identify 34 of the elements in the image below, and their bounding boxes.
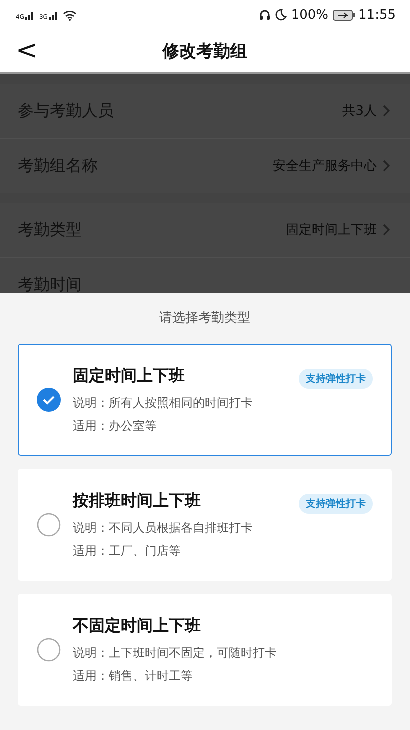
option-description: 说明：上下班时间不固定，可随时打卡: [73, 644, 277, 662]
wifi-icon: [62, 10, 77, 20]
option-card[interactable]: 不固定时间上下班 说明：上下班时间不固定，可随时打卡 适用：销售、计时工等: [18, 594, 392, 706]
radio-icon[interactable]: [37, 513, 61, 537]
clock-time: 11:55: [358, 8, 396, 22]
setting-value: 固定时间上下班: [286, 222, 377, 239]
radio-icon[interactable]: [37, 638, 61, 662]
flexible-badge: 支持弹性打卡: [299, 369, 373, 389]
chevron-icon: [383, 160, 390, 172]
option-usage: 适用：办公室等: [73, 418, 158, 434]
option-card[interactable]: 固定时间上下班 说明：所有人按照相同的时间打卡 适用：办公室等 支持弹性打卡: [18, 344, 392, 456]
signal-icon: [48, 10, 59, 20]
sheet-title: 请选择考勤类型: [160, 310, 250, 327]
headphone-icon: [259, 9, 272, 21]
back-button[interactable]: <: [0, 38, 48, 64]
option-usage: 适用：工厂、门店等: [73, 542, 182, 560]
option-card[interactable]: 按排班时间上下班 说明：不同人员根据各自排班打卡 适用：工厂、门店等 支持弹性打卡: [18, 469, 392, 581]
setting-value: 安全生产服务中心: [273, 158, 377, 175]
signal-icon: [25, 10, 36, 20]
battery-percent: 100%: [291, 8, 329, 22]
checked-radio-icon[interactable]: [37, 388, 61, 412]
moon-icon: [275, 9, 288, 21]
option-description: 说明：所有人按照相同的时间打卡: [73, 394, 253, 412]
option-title: 固定时间上下班: [73, 366, 186, 386]
battery-icon: [332, 10, 355, 20]
flexible-badge: 支持弹性打卡: [299, 494, 373, 514]
page-title: 修改考勤组: [162, 40, 248, 62]
option-title: 按排班时间上下班: [73, 490, 202, 512]
option-description: 说明：不同人员根据各自排班打卡: [73, 520, 253, 536]
setting-value: 共3人: [342, 103, 377, 120]
chevron-icon: [383, 105, 390, 117]
chevron-icon: [383, 224, 390, 236]
option-title: 不固定时间上下班: [73, 616, 202, 636]
option-usage: 适用：销售、计时工等: [73, 668, 194, 684]
